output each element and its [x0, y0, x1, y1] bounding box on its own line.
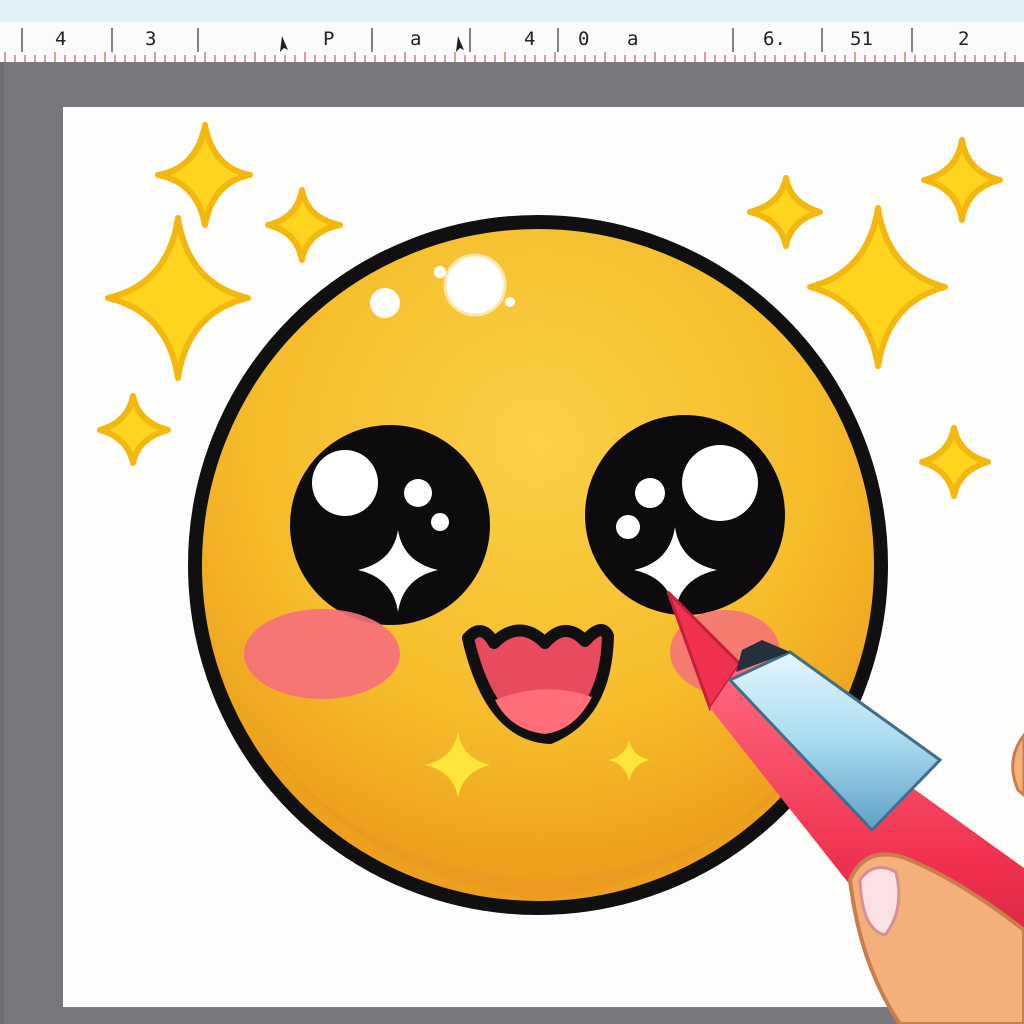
face-circle	[188, 215, 888, 915]
highlight-bubble	[370, 288, 400, 318]
right-eye	[585, 415, 785, 615]
smiley-illustration	[97, 122, 1024, 1024]
left-eye	[290, 425, 490, 625]
highlight-bubble	[505, 297, 515, 307]
left-cheek	[244, 609, 400, 699]
highlight-bubble	[434, 266, 446, 278]
highlight-bubble	[443, 253, 507, 317]
